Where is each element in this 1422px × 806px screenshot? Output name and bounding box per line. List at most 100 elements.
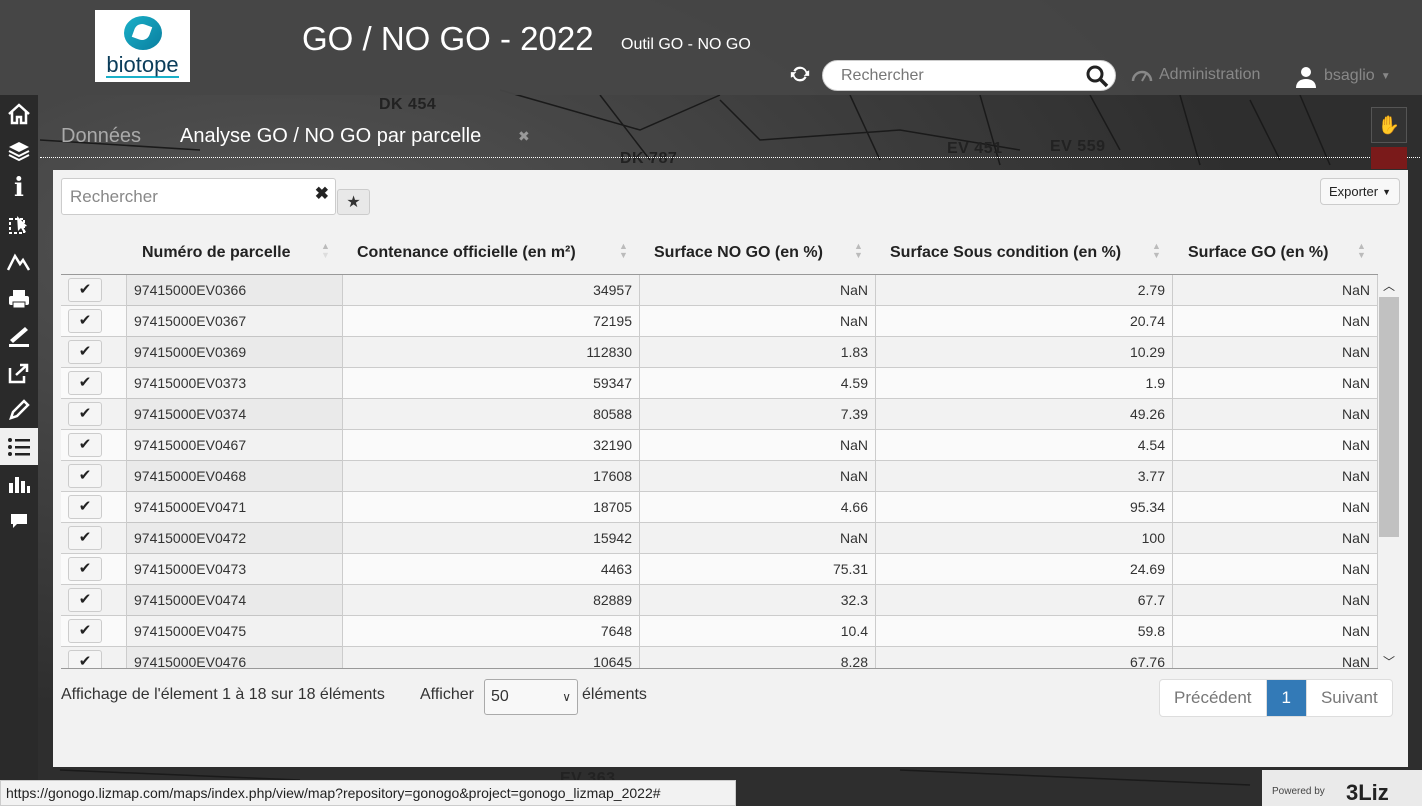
select-row-button[interactable]: ✔	[68, 650, 102, 668]
select-row-button[interactable]: ✔	[68, 495, 102, 519]
table-cell: 4.66	[640, 492, 876, 523]
table-cell: 7648	[343, 616, 640, 647]
table-row[interactable]: ✔ 97415000EV0366 34957 NaN 2.79 NaN	[61, 275, 1378, 306]
next-page-button[interactable]: Suivant	[1307, 680, 1392, 716]
table-row[interactable]: ✔ 97415000EV0374 80588 7.39 49.26 NaN	[61, 399, 1378, 430]
previous-page-button[interactable]: Précédent	[1160, 680, 1267, 716]
column-header[interactable]: Surface NO GO (en %)	[654, 230, 823, 275]
table-scrollbar[interactable]: ︿ ﹀	[1379, 275, 1399, 669]
selection-button[interactable]	[0, 206, 38, 243]
table-cell: 97415000EV0366	[127, 275, 343, 306]
select-row-button[interactable]: ✔	[68, 278, 102, 302]
select-row-button[interactable]: ✔	[68, 619, 102, 643]
refresh-icon[interactable]	[788, 63, 812, 87]
layers-button[interactable]	[0, 132, 38, 169]
table-cell: NaN	[1173, 399, 1378, 430]
table-search-input[interactable]	[70, 187, 305, 207]
charts-button[interactable]	[0, 465, 38, 502]
pan-tool-button[interactable]: ✋	[1371, 107, 1407, 143]
table-row[interactable]: ✔ 97415000EV0367 72195 NaN 20.74 NaN	[61, 306, 1378, 337]
table-cell: NaN	[1173, 616, 1378, 647]
table-cell: 2.79	[876, 275, 1173, 306]
table-row[interactable]: ✔ 97415000EV0476 10645 8.28 67.76 NaN	[61, 647, 1378, 668]
chevron-up-icon[interactable]: ︿	[1383, 277, 1395, 294]
elevation-icon	[7, 252, 31, 271]
home-button[interactable]	[0, 95, 38, 132]
column-header[interactable]: Surface Sous condition (en %)	[890, 230, 1121, 275]
header-search[interactable]	[822, 60, 1116, 91]
column-header[interactable]: Contenance officielle (en m²)	[357, 230, 576, 275]
draw-button[interactable]	[0, 391, 38, 428]
tab-donnees[interactable]: Données	[61, 125, 141, 148]
page-size-select[interactable]: 50 ∨	[484, 679, 578, 715]
administration-label: Administration	[1159, 66, 1261, 83]
print-button[interactable]	[0, 280, 38, 317]
table-cell: 100	[876, 523, 1173, 554]
share-button[interactable]	[0, 354, 38, 391]
measure-icon	[9, 326, 29, 347]
export-button[interactable]: Exporter ▼	[1320, 178, 1400, 205]
app-title: GO / NO GO - 2022	[302, 20, 594, 57]
user-menu[interactable]: bsaglio ▼	[1294, 64, 1391, 88]
powered-by-text: Powered by	[1272, 786, 1325, 797]
elements-label: éléments	[582, 686, 647, 703]
chevron-down-icon[interactable]: ﹀	[1383, 653, 1395, 670]
table-row[interactable]: ✔ 97415000EV0369 112830 1.83 10.29 NaN	[61, 337, 1378, 368]
user-label: bsaglio	[1324, 67, 1375, 84]
select-row-button[interactable]: ✔	[68, 371, 102, 395]
select-cell: ✔	[61, 585, 127, 616]
layers-icon	[8, 141, 30, 161]
close-icon[interactable]: ✖	[518, 128, 530, 145]
dashboard-icon	[1131, 70, 1153, 82]
comment-button[interactable]	[0, 502, 38, 539]
select-row-button[interactable]: ✔	[68, 340, 102, 364]
sort-icon[interactable]: ▲ ▼	[854, 242, 863, 260]
info-button[interactable]: i	[0, 169, 38, 206]
table-row[interactable]: ✔ 97415000EV0373 59347 4.59 1.9 NaN	[61, 368, 1378, 399]
select-row-button[interactable]: ✔	[68, 464, 102, 488]
table-search[interactable]: ✖	[61, 178, 336, 215]
table-row[interactable]: ✔ 97415000EV0471 18705 4.66 95.34 NaN	[61, 492, 1378, 523]
tab-analyse[interactable]: Analyse GO / NO GO par parcelle	[180, 125, 481, 148]
sort-icon[interactable]: ▲ ▼	[619, 242, 628, 260]
search-icon[interactable]	[1085, 64, 1109, 88]
select-row-button[interactable]: ✔	[68, 588, 102, 612]
sort-icon[interactable]: ▲ ▼	[1152, 242, 1161, 260]
header-search-input[interactable]	[841, 66, 1081, 86]
clear-icon[interactable]: ✖	[315, 184, 329, 204]
map-tool-button[interactable]	[1371, 147, 1407, 169]
select-row-button[interactable]: ✔	[68, 557, 102, 581]
page-1-button[interactable]: 1	[1266, 680, 1307, 716]
measure-button[interactable]	[0, 317, 38, 354]
table-row[interactable]: ✔ 97415000EV0472 15942 NaN 100 NaN	[61, 523, 1378, 554]
attribute-table-button[interactable]	[0, 428, 38, 465]
table-row[interactable]: ✔ 97415000EV0475 7648 10.4 59.8 NaN	[61, 616, 1378, 647]
table-cell: 10.4	[640, 616, 876, 647]
left-toolbar: i	[0, 95, 38, 806]
column-header[interactable]: Surface GO (en %)	[1188, 230, 1328, 275]
table-row[interactable]: ✔ 97415000EV0474 82889 32.3 67.7 NaN	[61, 585, 1378, 616]
sort-icon[interactable]: ▲ ▼	[321, 242, 330, 260]
table-cell: 97415000EV0468	[127, 461, 343, 492]
print-icon	[9, 289, 29, 308]
table-cell: 34957	[343, 275, 640, 306]
scrollbar-thumb[interactable]	[1379, 297, 1399, 537]
table-cell: 97415000EV0476	[127, 647, 343, 668]
select-row-button[interactable]: ✔	[68, 309, 102, 333]
select-row-button[interactable]: ✔	[68, 433, 102, 457]
column-header[interactable]: Numéro de parcelle	[142, 230, 291, 275]
table-cell: 4.59	[640, 368, 876, 399]
biotope-logo[interactable]: biotope	[95, 10, 190, 82]
table-row[interactable]: ✔ 97415000EV0473 4463 75.31 24.69 NaN	[61, 554, 1378, 585]
select-row-button[interactable]: ✔	[68, 526, 102, 550]
select-row-button[interactable]: ✔	[68, 402, 102, 426]
caret-down-icon: ▼	[1382, 186, 1392, 197]
administration-link[interactable]: Administration	[1131, 66, 1260, 84]
list-icon	[8, 437, 30, 456]
table-row[interactable]: ✔ 97415000EV0468 17608 NaN 3.77 NaN	[61, 461, 1378, 492]
elevation-button[interactable]	[0, 243, 38, 280]
table-row[interactable]: ✔ 97415000EV0467 32190 NaN 4.54 NaN	[61, 430, 1378, 461]
chevron-down-icon: ∨	[562, 690, 571, 704]
favorite-button[interactable]: ★	[337, 189, 370, 215]
sort-icon[interactable]: ▲ ▼	[1357, 242, 1366, 260]
